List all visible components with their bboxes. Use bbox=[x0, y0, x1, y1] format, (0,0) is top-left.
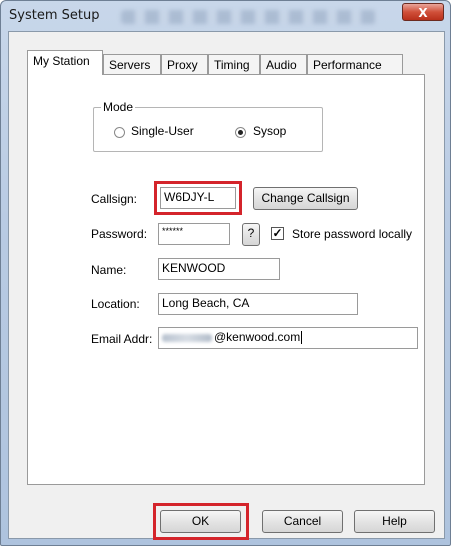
sysop-radio[interactable] bbox=[235, 127, 246, 138]
location-field[interactable]: Long Beach, CA bbox=[158, 293, 358, 315]
name-label: Name: bbox=[91, 263, 127, 277]
tab-servers[interactable]: Servers bbox=[103, 54, 161, 74]
change-callsign-button[interactable]: Change Callsign bbox=[253, 187, 358, 210]
my-station-panel: Mode Single-User Sysop Callsign: W6DJY-L… bbox=[27, 74, 425, 485]
mode-label: Mode bbox=[101, 100, 136, 114]
system-setup-window: System Setup X My Station Servers Proxy … bbox=[0, 0, 451, 546]
store-password-label[interactable]: Store password locally bbox=[292, 227, 412, 241]
tab-audio[interactable]: Audio bbox=[260, 54, 307, 74]
tab-proxy[interactable]: Proxy bbox=[161, 54, 208, 74]
store-password-checkbox[interactable]: ✓ bbox=[271, 227, 284, 240]
password-field[interactable]: ****** bbox=[158, 223, 230, 245]
cancel-button[interactable]: Cancel bbox=[262, 510, 343, 533]
single-user-radio[interactable] bbox=[114, 127, 125, 138]
email-domain-text: @kenwood.com bbox=[214, 330, 301, 344]
email-field[interactable]: @kenwood.com bbox=[158, 327, 418, 349]
single-user-label[interactable]: Single-User bbox=[131, 124, 194, 138]
callsign-label: Callsign: bbox=[91, 192, 138, 206]
callsign-highlight-box bbox=[154, 181, 242, 215]
window-title: System Setup bbox=[9, 8, 100, 23]
tab-timing[interactable]: Timing bbox=[208, 54, 260, 74]
email-label: Email Addr: bbox=[91, 332, 153, 346]
redacted-email-user bbox=[162, 333, 212, 342]
mode-groupbox: Mode Single-User Sysop bbox=[93, 100, 323, 152]
ok-highlight-box bbox=[153, 503, 249, 540]
title-bar[interactable]: System Setup X bbox=[1, 1, 450, 31]
tab-performance[interactable]: Performance bbox=[307, 54, 403, 74]
location-label: Location: bbox=[91, 297, 140, 311]
tab-my-station[interactable]: My Station bbox=[27, 50, 103, 75]
close-button[interactable]: X bbox=[402, 3, 444, 21]
dialog-client-area: My Station Servers Proxy Timing Audio Pe… bbox=[8, 31, 445, 540]
blurred-title-bar-icons bbox=[121, 10, 376, 24]
help-button[interactable]: Help bbox=[354, 510, 435, 533]
sysop-label[interactable]: Sysop bbox=[253, 124, 286, 138]
password-help-button[interactable]: ? bbox=[242, 223, 260, 246]
password-label: Password: bbox=[91, 227, 148, 241]
text-cursor bbox=[301, 331, 303, 345]
name-field[interactable]: KENWOOD bbox=[158, 258, 280, 280]
